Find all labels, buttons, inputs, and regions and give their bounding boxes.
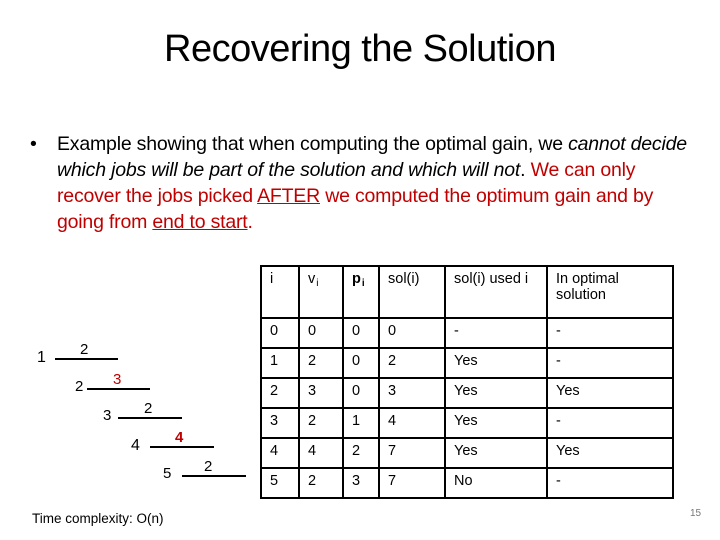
table-row: 0000--	[260, 317, 674, 349]
table-row: 3 2 1 4 Yes -	[260, 407, 674, 439]
cell-used: Yes	[444, 377, 548, 409]
job-index-label: 1	[37, 349, 46, 366]
cell-used: No	[444, 467, 548, 499]
cell-sol: 7	[378, 467, 446, 499]
jobs-diagram: 1 2 2 3 3 2 4 4 5 2	[0, 0, 260, 540]
cell-p: 3	[342, 467, 380, 499]
job-interval-line	[150, 446, 214, 448]
table-row: 1 2 0 2 Yes -	[260, 347, 674, 379]
header-v-subscript: i	[316, 278, 319, 289]
job-value-label: 2	[80, 341, 89, 358]
cell-i: 3	[260, 407, 300, 439]
header-p-text: p	[352, 271, 361, 287]
job-index-label: 5	[163, 465, 172, 482]
cell-v: 2	[298, 347, 344, 379]
header-p: pi	[342, 265, 380, 319]
cell-optimal: -	[546, 347, 674, 379]
time-complexity-note: Time complexity: O(n)	[32, 511, 164, 526]
cell-sol: 2	[378, 347, 446, 379]
cell-v: 4	[298, 437, 344, 469]
header-v-text: v	[308, 271, 316, 287]
cell-i: 0	[260, 317, 300, 349]
job-value-label: 2	[204, 458, 213, 475]
cell-v: 3	[298, 377, 344, 409]
cell-optimal: Yes	[546, 437, 674, 469]
table-row: 2 3 0 3 Yes Yes	[260, 377, 674, 409]
job-interval-line	[87, 388, 150, 390]
job-interval-line	[182, 475, 246, 477]
cell-optimal: -	[546, 467, 674, 499]
table-row: 4 4 2 7 Yes Yes	[260, 437, 674, 469]
job-value-label: 3	[113, 371, 122, 388]
page-number: 15	[690, 508, 702, 519]
cell-i: 2	[260, 377, 300, 409]
job-interval-line	[55, 358, 118, 360]
cell-used: -	[444, 317, 548, 349]
cell-used: Yes	[444, 437, 548, 469]
cell-v: 0	[298, 317, 344, 349]
job-interval-line	[118, 417, 182, 419]
job-index-label: 4	[131, 437, 140, 454]
cell-p: 0	[342, 347, 380, 379]
solution-table: i vi pi sol(i) sol(i) used i In optimal …	[260, 265, 674, 499]
cell-i: 1	[260, 347, 300, 379]
cell-optimal: -	[546, 407, 674, 439]
header-used: sol(i) used i	[444, 265, 548, 319]
cell-v: 2	[298, 407, 344, 439]
cell-p: 1	[342, 407, 380, 439]
cell-p: 0	[342, 377, 380, 409]
header-v: vi	[298, 265, 344, 319]
bullet-text-period: .	[520, 159, 531, 181]
cell-sol: 7	[378, 437, 446, 469]
header-i: i	[260, 265, 300, 319]
job-index-label: 3	[103, 407, 112, 424]
job-value-label: 4	[175, 429, 184, 446]
cell-i: 5	[260, 467, 300, 499]
cell-sol: 3	[378, 377, 446, 409]
cell-used: Yes	[444, 347, 548, 379]
cell-used: Yes	[444, 407, 548, 439]
cell-p: 2	[342, 437, 380, 469]
cell-sol: 0	[378, 317, 446, 349]
cell-i: 4	[260, 437, 300, 469]
cell-p: 0	[342, 317, 380, 349]
table-row: 5 2 3 7 No -	[260, 467, 674, 499]
cell-sol: 4	[378, 407, 446, 439]
bullet-text-after: AFTER	[257, 185, 320, 207]
job-value-label: 2	[144, 400, 153, 417]
cell-optimal: Yes	[546, 377, 674, 409]
table-header-row: i vi pi sol(i) sol(i) used i In optimal …	[260, 265, 674, 319]
cell-v: 2	[298, 467, 344, 499]
header-p-subscript: i	[361, 278, 365, 289]
cell-optimal: -	[546, 317, 674, 349]
job-index-label: 2	[75, 378, 84, 395]
header-optimal: In optimal solution	[546, 265, 674, 319]
header-sol: sol(i)	[378, 265, 446, 319]
